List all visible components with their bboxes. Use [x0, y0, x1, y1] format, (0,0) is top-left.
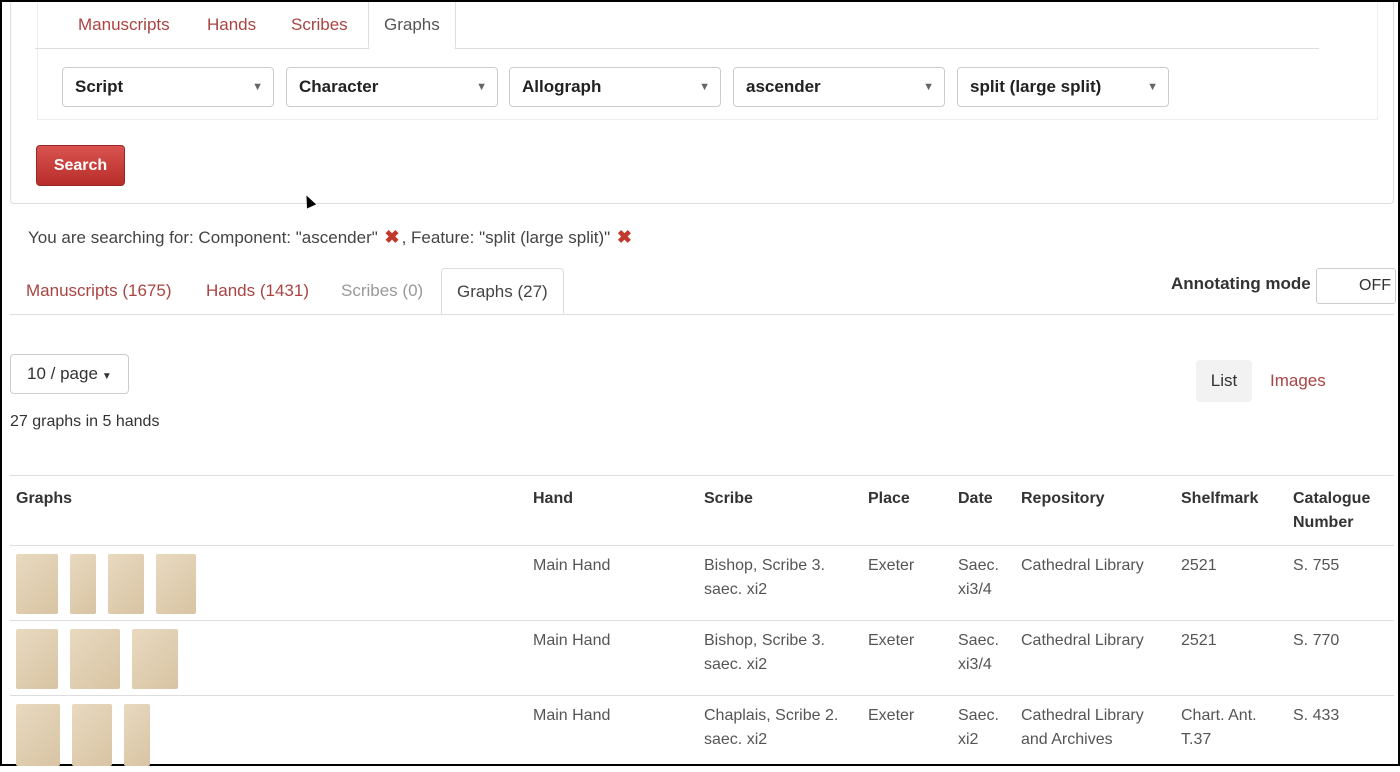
- table-row: Main Hand Chaplais, Scribe 2. saec. xi2 …: [10, 696, 1394, 772]
- annotating-mode-state: OFF: [1359, 269, 1391, 303]
- table-header-row: Graphs Hand Scribe Place Date Repository…: [10, 476, 1394, 546]
- annotating-mode-label: Annotating mode: [1171, 274, 1311, 294]
- shelfmark-cell[interactable]: 2521: [1175, 546, 1287, 621]
- place-cell: Exeter: [862, 621, 952, 696]
- chevron-down-icon: ▼: [1147, 68, 1158, 106]
- tab-results-manuscripts[interactable]: Manuscripts (1675): [26, 268, 172, 314]
- tab-results-scribes: Scribes (0): [341, 268, 423, 314]
- scribe-cell[interactable]: Chaplais, Scribe 2. saec. xi2: [698, 696, 862, 772]
- component-select-value: ascender: [746, 77, 821, 96]
- tab-manuscripts[interactable]: Manuscripts: [78, 2, 170, 48]
- tab-graphs[interactable]: Graphs: [368, 2, 456, 49]
- component-select[interactable]: ascender ▼: [733, 67, 945, 107]
- catalogue-cell: S. 755: [1287, 546, 1394, 621]
- graph-thumbnail[interactable]: [72, 704, 112, 766]
- feature-select-value: split (large split): [970, 77, 1101, 96]
- graph-thumbnail[interactable]: [16, 554, 58, 614]
- graph-thumbnail[interactable]: [16, 629, 58, 689]
- per-page-value: 10 / page: [27, 364, 98, 383]
- graph-thumbnail[interactable]: [70, 554, 96, 614]
- scribe-cell[interactable]: Bishop, Scribe 3. saec. xi2: [698, 546, 862, 621]
- graph-thumbnails: [10, 546, 527, 621]
- graph-thumbnail[interactable]: [156, 554, 196, 614]
- view-images-link[interactable]: Images: [1270, 360, 1326, 402]
- column-header[interactable]: Shelfmark: [1175, 476, 1287, 546]
- date-cell: Saec. xi3/4: [952, 621, 1015, 696]
- catalogue-cell: S. 433: [1287, 696, 1394, 772]
- catalogue-cell: S. 770: [1287, 621, 1394, 696]
- character-select[interactable]: Character ▼: [286, 67, 498, 107]
- repository-cell[interactable]: Cathedral Library: [1015, 546, 1175, 621]
- graph-thumbnail[interactable]: [70, 629, 120, 689]
- column-header[interactable]: Catalogue Number: [1287, 476, 1394, 546]
- allograph-select[interactable]: Allograph ▼: [509, 67, 721, 107]
- tab-results-hands[interactable]: Hands (1431): [206, 268, 309, 314]
- column-header[interactable]: Hand: [527, 476, 698, 546]
- scribe-cell[interactable]: Bishop, Scribe 3. saec. xi2: [698, 621, 862, 696]
- chevron-down-icon: ▼: [252, 68, 263, 106]
- table-row: Main Hand Bishop, Scribe 3. saec. xi2 Ex…: [10, 546, 1394, 621]
- column-header: Graphs: [10, 476, 527, 546]
- place-cell: Exeter: [862, 546, 952, 621]
- search-type-tabs: Manuscripts Hands Scribes Graphs: [35, 2, 1319, 49]
- chevron-down-icon: ▼: [923, 68, 934, 106]
- graph-thumbnails: [10, 621, 527, 696]
- graph-thumbnail[interactable]: [132, 629, 178, 689]
- hand-link[interactable]: Main Hand: [527, 696, 698, 772]
- search-criteria-feature: , Feature: "split (large split)": [402, 228, 611, 247]
- graph-thumbnail[interactable]: [108, 554, 144, 614]
- hand-link[interactable]: Main Hand: [527, 621, 698, 696]
- shelfmark-cell[interactable]: 2521: [1175, 621, 1287, 696]
- search-criteria: You are searching for: Component: "ascen…: [28, 227, 634, 248]
- graph-thumbnails: [10, 696, 527, 772]
- feature-select[interactable]: split (large split) ▼: [957, 67, 1169, 107]
- per-page-dropdown[interactable]: 10 / page ▼: [10, 354, 129, 394]
- column-header[interactable]: Date: [952, 476, 1015, 546]
- column-header[interactable]: Place: [862, 476, 952, 546]
- shelfmark-cell[interactable]: Chart. Ant. T.37: [1175, 696, 1287, 772]
- script-select-value: Script: [75, 77, 123, 96]
- tab-hands[interactable]: Hands: [207, 2, 256, 48]
- remove-filter-icon[interactable]: ✖: [617, 227, 632, 247]
- remove-filter-icon[interactable]: ✖: [385, 227, 400, 247]
- search-criteria-component: You are searching for: Component: "ascen…: [28, 228, 378, 247]
- results-summary: 27 graphs in 5 hands: [10, 413, 159, 431]
- column-header[interactable]: Scribe: [698, 476, 862, 546]
- date-cell: Saec. xi2: [952, 696, 1015, 772]
- chevron-down-icon: ▼: [699, 68, 710, 106]
- character-select-value: Character: [299, 77, 378, 96]
- hand-link[interactable]: Main Hand: [527, 546, 698, 621]
- place-cell: Exeter: [862, 696, 952, 772]
- view-list-button[interactable]: List: [1196, 360, 1252, 402]
- table-row: Main Hand Bishop, Scribe 3. saec. xi2 Ex…: [10, 621, 1394, 696]
- graph-thumbnail[interactable]: [124, 704, 150, 766]
- repository-cell[interactable]: Cathedral Library and Archives: [1015, 696, 1175, 772]
- tab-results-graphs[interactable]: Graphs (27): [441, 268, 564, 314]
- repository-cell[interactable]: Cathedral Library: [1015, 621, 1175, 696]
- results-table: Graphs Hand Scribe Place Date Repository…: [10, 475, 1394, 772]
- script-select[interactable]: Script ▼: [62, 67, 274, 107]
- graph-thumbnail[interactable]: [16, 704, 60, 766]
- caret-down-icon: ▼: [102, 371, 112, 382]
- allograph-select-value: Allograph: [522, 77, 601, 96]
- chevron-down-icon: ▼: [476, 68, 487, 106]
- annotating-mode-toggle[interactable]: OFF: [1316, 268, 1396, 304]
- search-button[interactable]: Search: [36, 145, 125, 186]
- tab-scribes[interactable]: Scribes: [291, 2, 348, 48]
- date-cell: Saec. xi3/4: [952, 546, 1015, 621]
- column-header[interactable]: Repository: [1015, 476, 1175, 546]
